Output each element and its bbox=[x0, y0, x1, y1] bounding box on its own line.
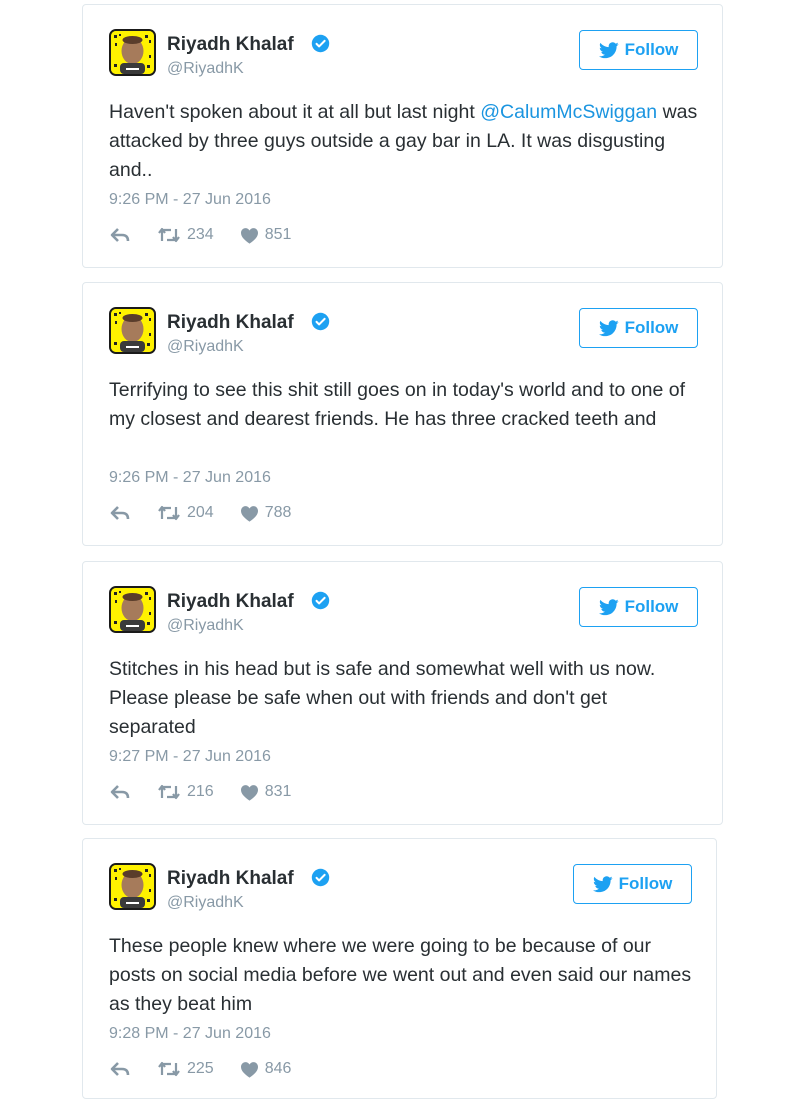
verified-badge-icon bbox=[311, 868, 330, 887]
reply-icon bbox=[110, 506, 130, 520]
verified-badge-icon bbox=[311, 312, 330, 331]
tweet-text: Haven't spoken about it at all but last … bbox=[109, 98, 699, 185]
follow-button[interactable]: Follow bbox=[579, 587, 698, 627]
like-count: 846 bbox=[264, 1060, 292, 1077]
reply-icon bbox=[110, 228, 130, 242]
user-handle[interactable]: @RiyadhK bbox=[167, 617, 244, 635]
follow-button[interactable]: Follow bbox=[579, 308, 698, 348]
tweet-card: Riyadh Khalaf @RiyadhK Follow Stitches i… bbox=[82, 561, 723, 825]
tweet-card: Riyadh Khalaf @RiyadhK Follow Terrifying… bbox=[82, 282, 723, 546]
user-name[interactable]: Riyadh Khalaf bbox=[167, 34, 294, 56]
twitter-bird-icon bbox=[598, 41, 619, 58]
user-name[interactable]: Riyadh Khalaf bbox=[167, 868, 294, 890]
like-count: 788 bbox=[264, 504, 292, 521]
retweet-count: 204 bbox=[187, 504, 214, 521]
retweet-button[interactable]: 216 bbox=[157, 783, 214, 801]
like-button[interactable]: 851 bbox=[240, 226, 292, 244]
avatar-snapcode[interactable] bbox=[109, 586, 156, 633]
timestamp[interactable]: 9:26 PM - 27 Jun 2016 bbox=[109, 469, 271, 487]
avatar-snapcode[interactable] bbox=[109, 307, 156, 354]
twitter-bird-icon bbox=[598, 319, 619, 336]
retweet-button[interactable]: 234 bbox=[157, 226, 214, 244]
follow-label: Follow bbox=[618, 874, 673, 893]
tweet-text: Terrifying to see this shit still goes o… bbox=[109, 379, 686, 430]
heart-icon bbox=[240, 227, 258, 244]
follow-label: Follow bbox=[624, 40, 679, 59]
retweet-count: 216 bbox=[187, 783, 214, 800]
tweet-card: Riyadh Khalaf @RiyadhK Follow Haven't sp… bbox=[82, 4, 723, 268]
retweet-icon bbox=[158, 784, 180, 800]
retweet-count: 234 bbox=[187, 226, 214, 243]
reply-button[interactable] bbox=[109, 784, 131, 800]
heart-icon bbox=[240, 784, 258, 801]
follow-label: Follow bbox=[624, 597, 679, 616]
mention-link[interactable]: @CalumMcSwiggan bbox=[480, 101, 657, 123]
reply-icon bbox=[110, 785, 130, 799]
user-handle[interactable]: @RiyadhK bbox=[167, 894, 244, 912]
reply-icon bbox=[110, 1062, 130, 1076]
reply-button[interactable] bbox=[109, 505, 131, 521]
retweet-icon bbox=[158, 505, 180, 521]
retweet-button[interactable]: 225 bbox=[157, 1060, 214, 1078]
tweet-text-part: Haven't spoken about it at all but last … bbox=[109, 101, 481, 123]
user-handle[interactable]: @RiyadhK bbox=[167, 338, 244, 356]
verified-badge-icon bbox=[311, 34, 330, 53]
twitter-bird-icon bbox=[598, 598, 619, 615]
verified-badge-icon bbox=[311, 591, 330, 610]
tweet-actions: 216 831 bbox=[109, 783, 291, 801]
tweet-actions: 204 788 bbox=[109, 504, 291, 522]
retweet-count: 225 bbox=[187, 1060, 214, 1077]
like-button[interactable]: 831 bbox=[240, 783, 292, 801]
twitter-bird-icon bbox=[592, 875, 613, 892]
reply-button[interactable] bbox=[109, 1061, 131, 1077]
heart-icon bbox=[240, 1061, 258, 1078]
like-count: 831 bbox=[264, 783, 292, 800]
tweet-text: These people knew where we were going to… bbox=[109, 935, 692, 1015]
like-button[interactable]: 788 bbox=[240, 504, 292, 522]
timestamp[interactable]: 9:26 PM - 27 Jun 2016 bbox=[109, 191, 271, 209]
avatar-snapcode[interactable] bbox=[109, 29, 156, 76]
follow-label: Follow bbox=[624, 318, 679, 337]
avatar-snapcode[interactable] bbox=[109, 863, 156, 910]
follow-button[interactable]: Follow bbox=[579, 30, 698, 70]
retweet-icon bbox=[158, 1061, 180, 1077]
retweet-icon bbox=[158, 227, 180, 243]
user-name[interactable]: Riyadh Khalaf bbox=[167, 591, 294, 613]
timestamp[interactable]: 9:27 PM - 27 Jun 2016 bbox=[109, 748, 271, 766]
tweet-actions: 234 851 bbox=[109, 226, 291, 244]
retweet-button[interactable]: 204 bbox=[157, 504, 214, 522]
tweet-actions: 225 846 bbox=[109, 1060, 291, 1078]
follow-button[interactable]: Follow bbox=[573, 864, 692, 904]
heart-icon bbox=[240, 505, 258, 522]
like-button[interactable]: 846 bbox=[240, 1060, 292, 1078]
like-count: 851 bbox=[264, 226, 292, 243]
timestamp[interactable]: 9:28 PM - 27 Jun 2016 bbox=[109, 1025, 271, 1043]
tweet-card: Riyadh Khalaf @RiyadhK Follow These peop… bbox=[82, 838, 717, 1099]
tweet-text: Stitches in his head but is safe and som… bbox=[109, 658, 656, 738]
reply-button[interactable] bbox=[109, 227, 131, 243]
user-name[interactable]: Riyadh Khalaf bbox=[167, 312, 294, 334]
user-handle[interactable]: @RiyadhK bbox=[167, 60, 244, 78]
